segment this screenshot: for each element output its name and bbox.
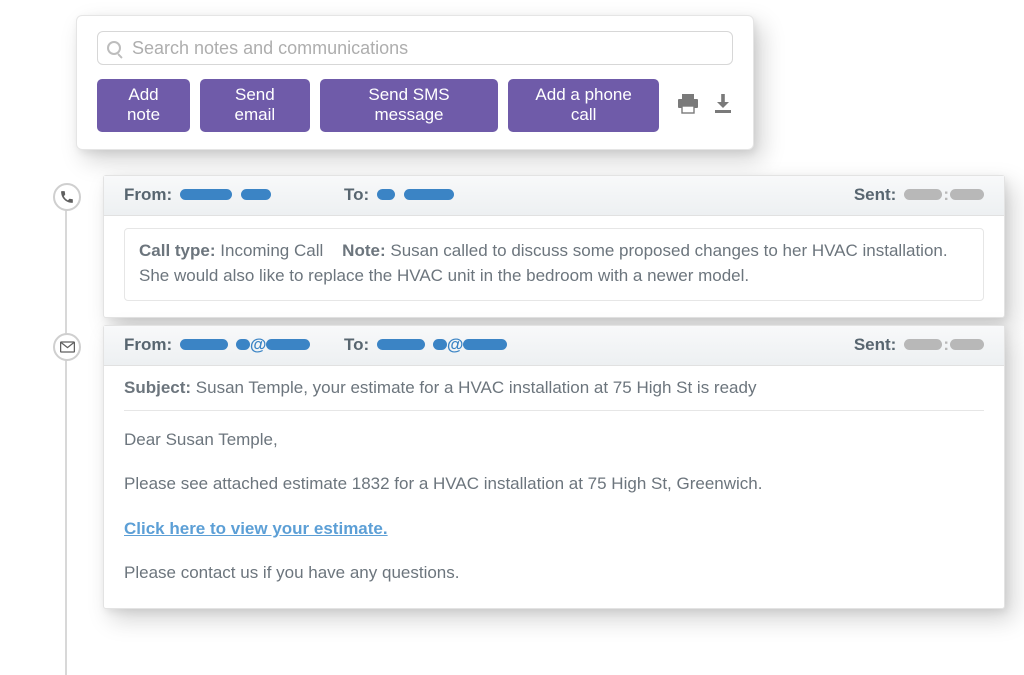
email-body: Dear Susan Temple, Please see attached e… (124, 427, 984, 586)
email-icon (60, 341, 75, 353)
download-icon[interactable] (713, 93, 733, 119)
to-value-redacted (377, 185, 454, 205)
call-type-value: Incoming Call (220, 241, 323, 260)
from-value-redacted (180, 185, 271, 205)
from-label: From: (124, 185, 172, 205)
call-type-label: Call type: (139, 241, 216, 260)
from-label: From: (124, 335, 172, 355)
to-label: To: (344, 335, 369, 355)
view-estimate-link[interactable]: Click here to view your estimate. (124, 519, 388, 538)
card-header: From: @ To: @ Sent: : (104, 326, 1004, 366)
add-phone-call-button[interactable]: Add a phone call (508, 79, 659, 132)
email-greeting: Dear Susan Temple, (124, 427, 984, 453)
timeline-node-phone (53, 183, 81, 211)
sent-value-redacted: : (904, 185, 984, 205)
timeline-item-email: From: @ To: @ Sent: : (103, 325, 1005, 609)
email-line-2: Please contact us if you have any questi… (124, 560, 984, 586)
search-field-wrap (97, 31, 733, 65)
timeline-rail (65, 195, 67, 675)
email-line-1: Please see attached estimate 1832 for a … (124, 471, 984, 497)
to-value-redacted: @ (377, 335, 507, 355)
actions-panel: Add note Send email Send SMS message Add… (76, 15, 754, 150)
sent-label: Sent: (854, 335, 897, 355)
sent-label: Sent: (854, 185, 897, 205)
subject-value: Susan Temple, your estimate for a HVAC i… (196, 378, 757, 397)
email-subject-line: Subject: Susan Temple, your estimate for… (124, 378, 984, 411)
send-sms-button[interactable]: Send SMS message (320, 79, 499, 132)
to-label: To: (344, 185, 369, 205)
add-note-button[interactable]: Add note (97, 79, 190, 132)
search-input[interactable] (97, 31, 733, 65)
card-body: Call type: Incoming Call Note: Susan cal… (104, 216, 1004, 317)
communications-timeline: From: To: Sent: : (53, 165, 1008, 639)
subject-label: Subject: (124, 378, 191, 397)
sent-value-redacted: : (904, 335, 984, 355)
search-icon (107, 41, 121, 55)
timeline-item-phone: From: To: Sent: : (103, 175, 1005, 318)
phone-note-box: Call type: Incoming Call Note: Susan cal… (124, 228, 984, 301)
card-body: Subject: Susan Temple, your estimate for… (104, 366, 1004, 608)
card-header: From: To: Sent: : (104, 176, 1004, 216)
action-button-row: Add note Send email Send SMS message Add… (97, 79, 733, 132)
send-email-button[interactable]: Send email (200, 79, 310, 132)
utility-icons (677, 93, 733, 119)
phone-icon (60, 190, 74, 204)
from-value-redacted: @ (180, 335, 310, 355)
print-icon[interactable] (677, 93, 699, 119)
timeline-node-email (53, 333, 81, 361)
note-label: Note: (342, 241, 385, 260)
